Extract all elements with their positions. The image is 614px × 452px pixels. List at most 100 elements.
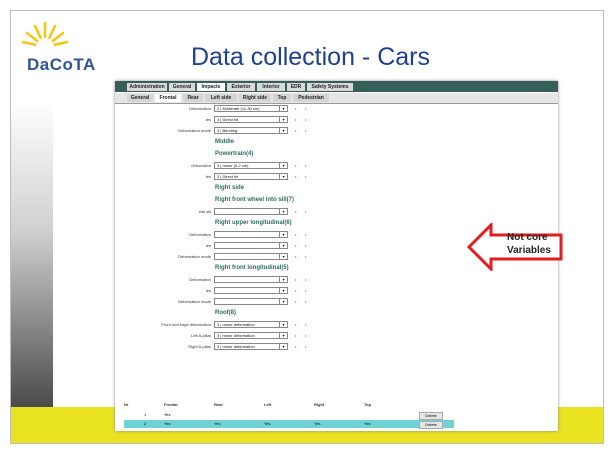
tab-safety-systems[interactable]: Safety Systems bbox=[307, 83, 353, 91]
field-value: 3 | minor deformation bbox=[217, 344, 255, 349]
field-marker: • bbox=[305, 243, 307, 248]
field-marker: • bbox=[305, 106, 307, 111]
field-label: Deformation bbox=[189, 232, 211, 237]
slide: DaCoTA Data collection - Cars Administra… bbox=[10, 10, 604, 444]
field-select[interactable]: 3 | minor deformation ▾ bbox=[214, 321, 288, 328]
field-marker: • bbox=[305, 322, 307, 327]
callout-line1: Not core bbox=[507, 232, 548, 243]
chevron-down-icon[interactable]: ▾ bbox=[279, 243, 287, 248]
field-marker: • bbox=[295, 243, 297, 248]
field-marker: • bbox=[295, 277, 297, 282]
field-label: Deformation mode bbox=[178, 299, 211, 304]
field-select[interactable]: ▾ bbox=[214, 208, 288, 215]
field-select[interactable]: ▾ bbox=[214, 253, 288, 260]
chevron-down-icon[interactable]: ▾ bbox=[279, 163, 287, 168]
table-header: Left bbox=[264, 402, 272, 407]
tab-exterior[interactable]: Exterior bbox=[227, 83, 255, 91]
subtab-top[interactable]: Top bbox=[273, 94, 291, 102]
field-value: 3 | minor deformation bbox=[217, 322, 255, 327]
field-marker: • bbox=[295, 344, 297, 349]
table-header: Right bbox=[314, 402, 325, 407]
field-label: into sill bbox=[198, 209, 211, 214]
chevron-down-icon[interactable]: ▾ bbox=[279, 299, 287, 304]
chevron-down-icon[interactable]: ▾ bbox=[279, 106, 287, 111]
tab-administration[interactable]: Administration bbox=[127, 83, 167, 91]
callout-line2: Variables bbox=[507, 245, 551, 256]
callout: Not core Variables bbox=[466, 221, 567, 273]
field-select[interactable]: ▾ bbox=[214, 287, 288, 294]
field-value: 3 | Direct hit bbox=[217, 174, 239, 179]
field-marker: • bbox=[295, 288, 297, 293]
delete-button[interactable]: Delete bbox=[419, 412, 443, 420]
chevron-down-icon[interactable]: ▾ bbox=[279, 288, 287, 293]
top-tab-bar: Administration General Impacts Exterior Inte… bbox=[115, 81, 558, 92]
field-select[interactable]: 3 | Direct hit ▾ bbox=[214, 116, 288, 123]
field-select[interactable]: ▾ bbox=[214, 231, 288, 238]
chevron-down-icon[interactable]: ▾ bbox=[279, 232, 287, 237]
field-label: Front roof edge deformation bbox=[161, 322, 211, 327]
field-marker: • bbox=[295, 163, 297, 168]
tab-interior[interactable]: Interior bbox=[257, 83, 285, 91]
field-marker: • bbox=[295, 106, 297, 111]
chevron-down-icon[interactable]: ▾ bbox=[279, 344, 287, 349]
section-heading: Right side bbox=[215, 185, 245, 191]
chevron-down-icon[interactable]: ▾ bbox=[279, 174, 287, 179]
field-label: Ies bbox=[205, 174, 211, 179]
field-marker: • bbox=[295, 254, 297, 259]
field-select[interactable]: ▾ bbox=[214, 242, 288, 249]
field-label: Right A-pillar bbox=[188, 344, 211, 349]
section-heading: Right upper longitudinal(6) bbox=[215, 220, 292, 226]
subtab-frontal[interactable]: Frontal bbox=[155, 94, 181, 102]
field-select[interactable]: 3 | minor deformation ▾ bbox=[214, 343, 288, 350]
subtab-pedestrian[interactable]: Pedestrian bbox=[293, 94, 329, 102]
field-label: Ies bbox=[205, 117, 211, 122]
table-header: Rear bbox=[214, 402, 223, 407]
subtab-right-side[interactable]: Right side bbox=[239, 94, 271, 102]
field-label: Ies bbox=[205, 243, 211, 248]
field-select[interactable]: 3 | Bending ▾ bbox=[214, 127, 288, 134]
field-marker: • bbox=[295, 322, 297, 327]
field-marker: • bbox=[295, 333, 297, 338]
field-label: Deformation mode bbox=[178, 254, 211, 259]
section-heading: Right front longitudinal(5) bbox=[215, 265, 289, 271]
tab-impacts[interactable]: Impacts bbox=[197, 83, 225, 91]
field-select[interactable]: 3 | minor deformation ▾ bbox=[214, 332, 288, 339]
table-row[interactable]: 2 Yes Yes Yes Yes Yes Delete bbox=[124, 420, 454, 429]
field-select[interactable]: ▾ bbox=[214, 298, 288, 305]
chevron-down-icon[interactable]: ▾ bbox=[279, 277, 287, 282]
field-marker: • bbox=[295, 232, 297, 237]
tab-edr[interactable]: EDR bbox=[287, 83, 305, 91]
field-marker: • bbox=[305, 344, 307, 349]
table-cell: Yes bbox=[214, 421, 221, 426]
slide-title: Data collection - Cars bbox=[191, 43, 430, 71]
subtab-left-side[interactable]: Left side bbox=[205, 94, 237, 102]
delete-button[interactable]: Delete bbox=[419, 421, 443, 429]
logo-text: DaCoTA bbox=[27, 55, 96, 74]
subtab-general[interactable]: General bbox=[127, 94, 153, 102]
chevron-down-icon[interactable]: ▾ bbox=[279, 117, 287, 122]
section-heading: Roof(8) bbox=[215, 310, 236, 316]
field-label: Dislocation bbox=[191, 163, 211, 168]
field-value: 3 | minor (0-2 cm) bbox=[217, 163, 249, 168]
field-label: Deformation bbox=[189, 106, 211, 111]
field-marker: • bbox=[305, 209, 307, 214]
field-select[interactable]: 3 | Direct hit ▾ bbox=[214, 173, 288, 180]
field-value: 2 | Moderate (11-30 cm) bbox=[217, 106, 260, 111]
field-marker: • bbox=[305, 174, 307, 179]
subtab-rear[interactable]: Rear bbox=[183, 94, 203, 102]
chevron-down-icon[interactable]: ▾ bbox=[279, 209, 287, 214]
chevron-down-icon[interactable]: ▾ bbox=[279, 128, 287, 133]
table-row[interactable]: 1 Yes Delete bbox=[124, 411, 454, 420]
field-select[interactable]: ▾ bbox=[214, 276, 288, 283]
field-select[interactable]: 3 | minor (0-2 cm) ▾ bbox=[214, 162, 288, 169]
field-marker: • bbox=[305, 277, 307, 282]
chevron-down-icon[interactable]: ▾ bbox=[279, 322, 287, 327]
field-label: Deformation mode bbox=[178, 128, 211, 133]
tab-general[interactable]: General bbox=[169, 83, 195, 91]
table-cell: 2 bbox=[144, 421, 147, 426]
chevron-down-icon[interactable]: ▾ bbox=[279, 333, 287, 338]
chevron-down-icon[interactable]: ▾ bbox=[279, 254, 287, 259]
field-label: Deformation bbox=[189, 277, 211, 282]
field-select[interactable]: 2 | Moderate (11-30 cm) ▾ bbox=[214, 105, 288, 112]
table-cell: Yes bbox=[314, 421, 321, 426]
